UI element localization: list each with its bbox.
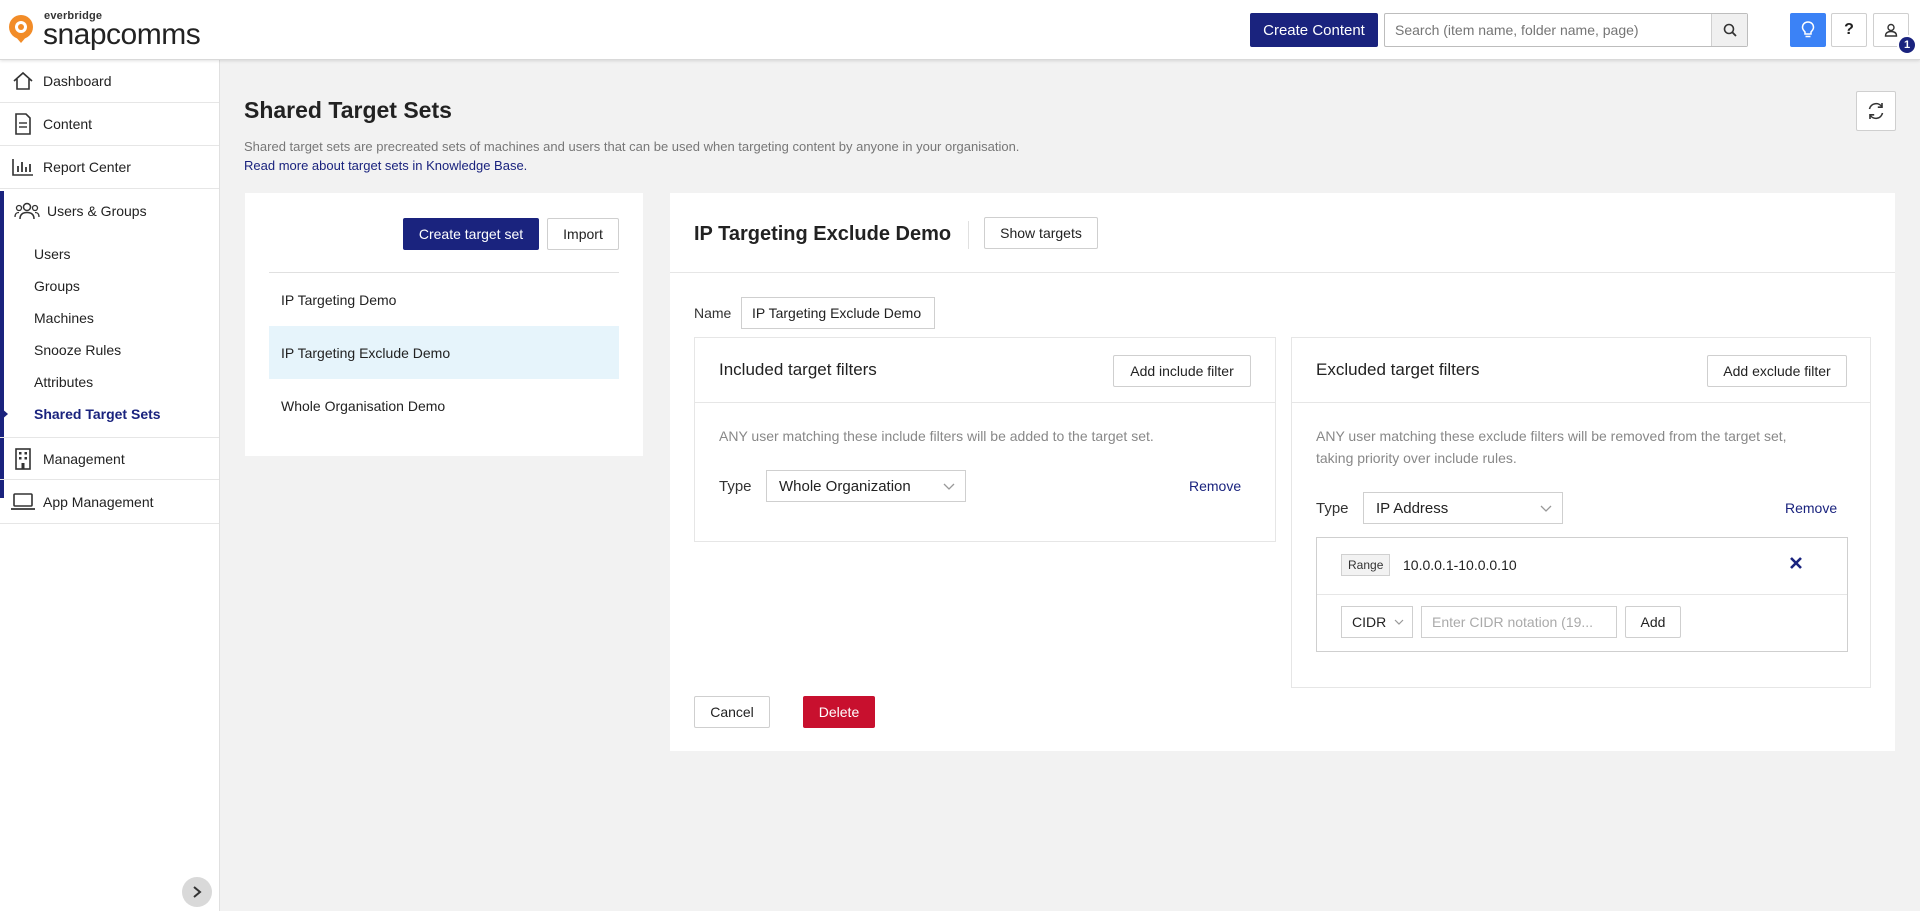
sidebar-item-content[interactable]: Content <box>0 103 219 146</box>
add-exclude-filter-button[interactable]: Add exclude filter <box>1707 355 1847 387</box>
exclude-type-select[interactable]: IP Address <box>1363 492 1563 524</box>
list-item[interactable]: IP Targeting Demo <box>269 273 619 326</box>
cidr-select-value: CIDR <box>1352 614 1387 630</box>
excluded-filters-title: Excluded target filters <box>1316 360 1480 379</box>
location-pin-logo-icon <box>9 15 33 43</box>
bar-chart-icon <box>10 158 36 176</box>
add-cidr-button[interactable]: Add <box>1625 606 1681 638</box>
delete-button[interactable]: Delete <box>803 696 875 728</box>
sidebar-subitem-machines[interactable]: Machines <box>34 307 94 329</box>
list-item-selected[interactable]: IP Targeting Exclude Demo <box>269 326 619 379</box>
sidebar-subitem-attributes[interactable]: Attributes <box>34 371 93 393</box>
target-set-list-panel: Create target set Import IP Targeting De… <box>245 193 643 456</box>
excluded-description-line2: taking priority over include rules. <box>1316 450 1517 466</box>
header-divider <box>670 272 1895 273</box>
included-filters-box: Included target filters Add include filt… <box>694 337 1276 542</box>
help-icon: ? <box>1844 21 1854 38</box>
knowledge-base-link[interactable]: Read more about target sets in Knowledge… <box>244 158 527 173</box>
range-tag: Range <box>1341 554 1391 576</box>
type-label: Type <box>719 478 752 495</box>
ip-range-value: 10.0.0.1-10.0.0.10 <box>1403 557 1517 573</box>
page-description: Shared target sets are precreated sets o… <box>244 139 1020 154</box>
name-field[interactable] <box>741 297 935 329</box>
document-icon <box>10 113 36 135</box>
included-filters-title: Included target filters <box>719 360 877 379</box>
search-input[interactable] <box>1385 14 1747 46</box>
sidebar-item-label: Users & Groups <box>47 202 147 219</box>
lightbulb-icon <box>1801 21 1815 38</box>
sidebar-subitem-shared-target-sets[interactable]: Shared Target Sets <box>34 403 161 425</box>
chevron-down-icon <box>943 483 955 490</box>
building-icon <box>10 447 36 470</box>
active-item-marker <box>0 407 8 421</box>
import-button[interactable]: Import <box>547 218 619 250</box>
close-icon[interactable] <box>1789 556 1803 570</box>
list-item[interactable]: Whole Organisation Demo <box>269 379 619 432</box>
top-bar: everbridge snapcomms Create Content ? 1 <box>0 0 1920 60</box>
box-divider <box>1292 402 1870 403</box>
logo-snapcomms-text: snapcomms <box>43 18 201 51</box>
sidebar-subitem-snooze-rules[interactable]: Snooze Rules <box>34 339 121 361</box>
sidebar-subitem-groups[interactable]: Groups <box>34 275 80 297</box>
laptop-icon <box>10 493 36 511</box>
refresh-button[interactable] <box>1856 91 1896 131</box>
excluded-filters-box: Excluded target filters Add exclude filt… <box>1291 337 1871 688</box>
chevron-down-icon <box>1394 619 1404 625</box>
create-content-button[interactable]: Create Content <box>1250 13 1378 47</box>
user-icon <box>1884 23 1898 37</box>
sidebar-item-label: Report Center <box>43 159 131 175</box>
sidebar-subitem-users[interactable]: Users <box>34 243 71 265</box>
target-set-title: IP Targeting Exclude Demo <box>694 223 952 245</box>
target-set-detail-panel: IP Targeting Exclude Demo Show targets N… <box>670 193 1895 751</box>
sidebar-item-label: App Management <box>43 494 154 510</box>
sidebar-item-label: Content <box>43 116 93 132</box>
show-targets-button[interactable]: Show targets <box>984 217 1098 249</box>
help-button[interactable]: ? <box>1831 13 1867 47</box>
include-type-select[interactable]: Whole Organization <box>766 470 966 502</box>
sidebar: Dashboard Content Report Center Users & … <box>0 60 220 911</box>
page-title: Shared Target Sets <box>244 97 452 123</box>
notification-badge: 1 <box>1897 35 1917 55</box>
excluded-description-line1: ANY user matching these exclude filters … <box>1316 428 1787 444</box>
ip-row-divider <box>1317 594 1847 595</box>
cancel-button[interactable]: Cancel <box>694 696 770 728</box>
ip-address-list: Range 10.0.0.1-10.0.0.10 CIDR Add <box>1316 537 1848 652</box>
global-search <box>1384 13 1748 47</box>
name-label: Name <box>694 305 732 321</box>
tips-button[interactable] <box>1790 13 1826 47</box>
search-icon <box>1723 23 1737 37</box>
user-menu-button[interactable]: 1 <box>1873 13 1917 55</box>
sidebar-item-dashboard[interactable]: Dashboard <box>0 60 219 103</box>
refresh-icon <box>1868 102 1884 120</box>
create-target-set-button[interactable]: Create target set <box>403 218 539 250</box>
title-divider <box>968 221 969 249</box>
remove-exclude-filter-link[interactable]: Remove <box>1785 500 1837 516</box>
sidebar-item-users-groups[interactable]: Users & Groups <box>0 189 219 232</box>
sidebar-item-report-center[interactable]: Report Center <box>0 146 219 189</box>
chevron-right-icon <box>193 886 202 898</box>
sidebar-expand-button[interactable] <box>182 877 212 907</box>
users-icon <box>14 201 40 221</box>
sidebar-item-app-management[interactable]: App Management <box>0 481 219 524</box>
add-include-filter-button[interactable]: Add include filter <box>1113 355 1251 387</box>
cidr-select[interactable]: CIDR <box>1341 606 1413 638</box>
include-type-value: Whole Organization <box>779 477 911 495</box>
sidebar-item-label: Management <box>43 450 125 467</box>
remove-include-filter-link[interactable]: Remove <box>1189 478 1241 494</box>
cidr-input[interactable] <box>1421 606 1617 638</box>
search-button[interactable] <box>1711 14 1747 46</box>
sidebar-item-management[interactable]: Management <box>0 437 219 480</box>
sidebar-item-label: Dashboard <box>43 73 112 89</box>
box-divider <box>695 402 1275 403</box>
home-icon <box>10 71 36 91</box>
included-description: ANY user matching these include filters … <box>719 428 1154 444</box>
exclude-type-value: IP Address <box>1376 499 1449 517</box>
type-label: Type <box>1316 500 1349 517</box>
chevron-down-icon <box>1540 505 1552 512</box>
